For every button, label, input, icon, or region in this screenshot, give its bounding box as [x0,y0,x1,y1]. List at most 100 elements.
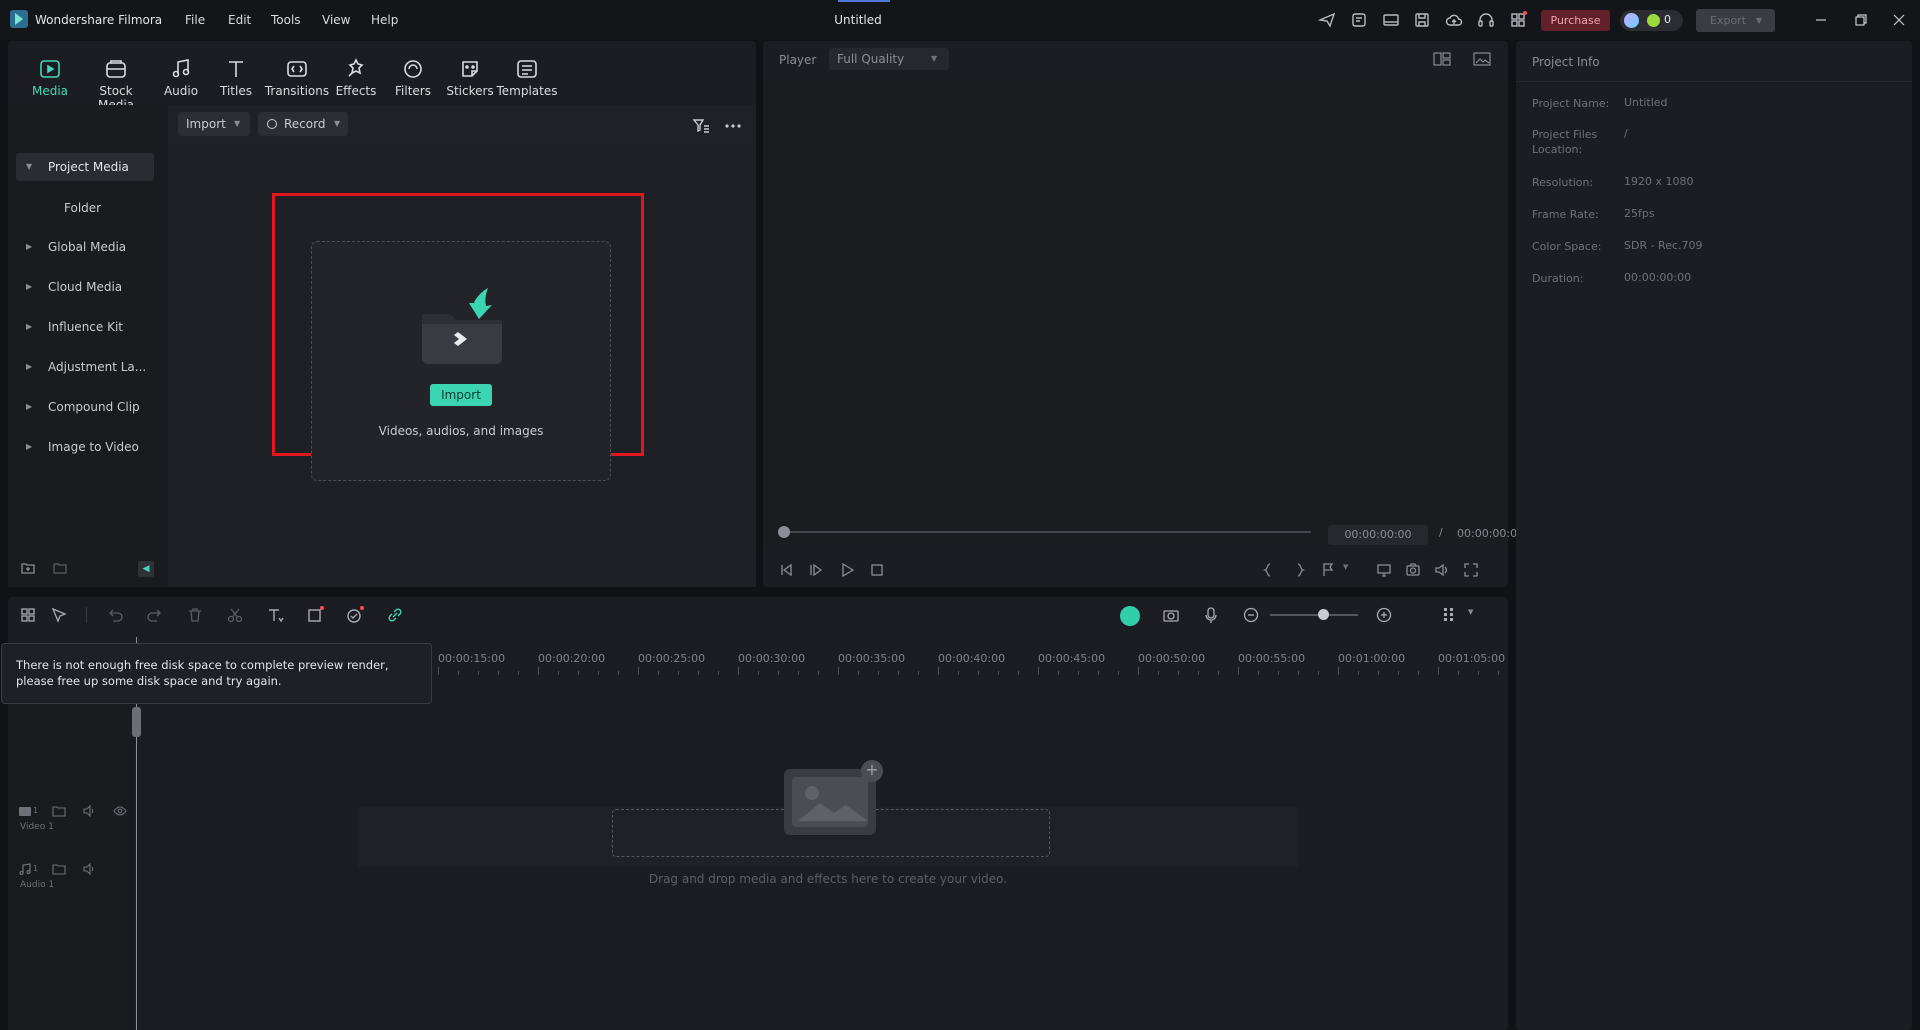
sidebar-item-project-media[interactable]: ▼ Project Media [16,153,154,181]
tab-titles-label: Titles [220,84,252,98]
ruler-tick [1378,671,1379,675]
send-icon[interactable] [1318,11,1336,29]
scrub-bar[interactable] [783,531,1311,533]
import-drop-zone[interactable] [311,241,611,481]
player-panel: Player Full Quality ▼ 00:00:00:00 / 00:0… [763,41,1524,587]
info-value-project-name: Untitled [1624,96,1668,109]
snapshot-camera-icon[interactable] [1405,562,1421,578]
stop-icon[interactable] [869,562,885,578]
image-compare-icon[interactable] [1473,51,1491,67]
play-icon[interactable] [839,562,855,578]
camera-record-icon[interactable] [1162,606,1180,624]
eye-icon[interactable] [113,804,127,818]
coin-icon [1647,14,1660,27]
caret-right-icon: ▶ [26,402,33,411]
notes-icon[interactable] [1350,11,1368,29]
sidebar-item-compound-clip[interactable]: ▶ Compound Clip [16,393,154,421]
ruler-label: 00:00:35:00 [838,652,906,665]
tab-titles[interactable]: Titles [201,57,271,98]
close-icon[interactable] [1890,11,1908,29]
fullscreen-icon[interactable] [1463,562,1479,578]
zoom-slider[interactable] [1270,614,1358,616]
import-button[interactable]: Import [430,384,492,406]
layout-icon[interactable] [1382,11,1400,29]
sidebar-item-folder[interactable]: Folder [64,201,101,215]
crop-icon[interactable] [306,606,324,624]
previous-frame-icon[interactable] [779,562,795,578]
ruler-tick [1178,671,1179,675]
player-viewport[interactable] [763,80,1508,545]
mark-out-icon[interactable] [1292,562,1308,578]
select-tool-icon[interactable] [50,606,68,624]
mute-icon[interactable] [83,862,97,876]
ruler-label: 00:00:40:00 [938,652,1006,665]
delete-icon[interactable] [186,606,204,624]
ruler-tick [958,671,959,675]
headset-icon[interactable] [1477,11,1495,29]
audio-track-label: Audio 1 [20,880,55,890]
purchase-button[interactable]: Purchase [1541,10,1610,31]
import-hint: Videos, audios, and images [378,424,544,438]
folder-icon[interactable] [52,560,68,576]
filter-sort-icon[interactable] [692,117,710,135]
record-dropdown[interactable]: Record ▼ [258,112,348,136]
minimize-icon[interactable] [1812,11,1830,29]
folder-lock-icon[interactable] [52,804,66,818]
save-icon[interactable] [1413,11,1431,29]
more-options-icon[interactable] [724,117,742,135]
ai-effect-icon[interactable] [346,606,364,624]
ruler-tick [1238,667,1239,675]
text-tool-icon[interactable] [266,606,284,624]
ruler-tick [718,671,719,675]
zoom-in-icon[interactable] [1375,606,1393,624]
microphone-icon[interactable] [1202,606,1220,624]
title-t-icon [224,57,248,81]
export-button[interactable]: Export ▼ [1696,9,1775,32]
zoom-out-icon[interactable] [1242,606,1260,624]
play-range-icon[interactable] [808,562,824,578]
mute-icon[interactable] [83,804,97,818]
display-icon[interactable] [1376,562,1392,578]
caret-right-icon: ▶ [26,442,33,451]
track-options-icon[interactable] [1440,606,1458,624]
sidebar-item-global-media[interactable]: ▶ Global Media [16,233,154,261]
redo-icon[interactable] [146,606,164,624]
new-folder-icon[interactable] [20,560,36,576]
playhead-handle[interactable] [132,707,141,737]
quality-dropdown[interactable]: Full Quality ▼ [829,48,949,70]
ruler-tick [1298,671,1299,675]
total-timecode: 00:00:00:00 [1457,527,1525,540]
cloud-upload-icon[interactable] [1445,11,1463,29]
chevron-down-icon[interactable]: ▼ [1343,563,1348,571]
import-dropdown[interactable]: Import ▼ [178,112,250,136]
volume-icon[interactable] [1434,562,1450,578]
scrub-handle[interactable] [778,526,790,538]
folder-lock-icon[interactable] [52,862,66,876]
tab-media[interactable]: Media [15,57,85,98]
info-label-color-space: Color Space: [1532,240,1602,253]
layout-grid-icon[interactable] [19,606,37,624]
tab-stock-media[interactable]: Stock Media [81,57,151,112]
chevron-down-icon[interactable]: ▼ [1468,608,1473,616]
collapse-sidebar-icon[interactable]: ◀ [138,561,154,577]
sidebar-item-adjustment-layer[interactable]: ▶ Adjustment La... [16,353,154,381]
ruler-label: 00:00:45:00 [1038,652,1106,665]
sidebar-item-influence-kit[interactable]: ▶ Influence Kit [16,313,154,341]
undo-icon[interactable] [106,606,124,624]
sidebar-item-cloud-media[interactable]: ▶ Cloud Media [16,273,154,301]
grid-view-icon[interactable] [1433,51,1451,67]
zoom-slider-handle[interactable] [1318,609,1329,620]
restore-icon[interactable] [1852,11,1870,29]
marker-icon[interactable] [1321,562,1337,578]
sidebar-item-image-to-video[interactable]: ▶ Image to Video [16,433,154,461]
scissors-icon[interactable] [226,606,244,624]
link-icon[interactable] [386,606,404,624]
import-dropdown-label: Import [186,117,226,131]
record-icon [267,119,277,129]
credits-pill[interactable]: 0 [1620,10,1683,31]
ai-assistant-icon[interactable] [1120,606,1140,626]
mark-in-icon[interactable] [1260,562,1276,578]
current-timecode[interactable]: 00:00:00:00 [1328,525,1428,545]
tab-templates[interactable]: Templates [492,57,562,98]
apps-grid-icon[interactable] [1509,11,1527,29]
